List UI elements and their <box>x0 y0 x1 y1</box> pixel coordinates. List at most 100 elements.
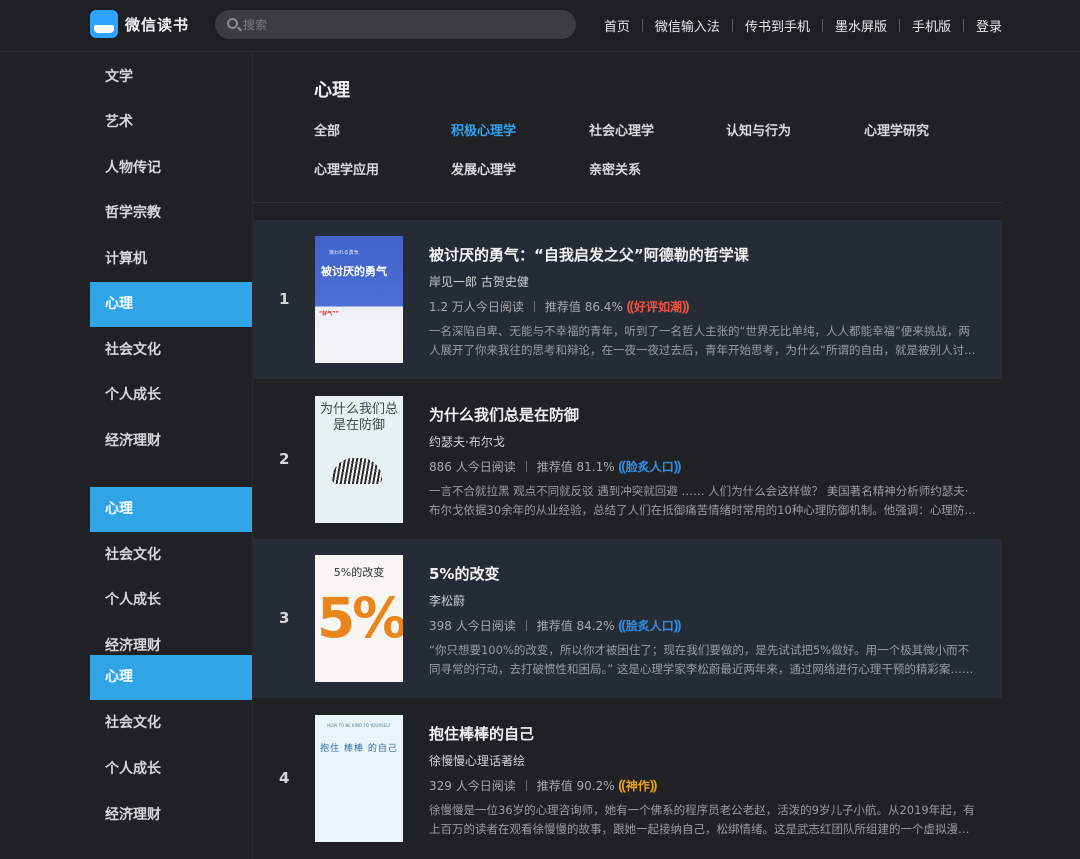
sidebar-item-computer[interactable]: 计算机 <box>90 237 252 282</box>
book-author[interactable]: 约瑟夫·布尔戈 <box>429 433 505 450</box>
book-rank: 1 <box>279 290 290 308</box>
laurel-right-icon: ⸩ <box>673 618 681 634</box>
book-stats: 1.2 万人今日阅读 推荐值 86.4% ⸨ 好评如潮 ⸩ <box>429 297 689 316</box>
stats-divider <box>533 301 535 312</box>
book-author[interactable]: 李松蔚 <box>429 592 465 609</box>
book-title[interactable]: 为什么我们总是在防御 <box>429 404 579 425</box>
sidebar-item-growth[interactable]: 个人成长 <box>90 578 252 623</box>
nav-eink[interactable]: 墨水屏版 <box>835 16 887 35</box>
rating-badge: ⸨ 神作 ⸩ <box>619 776 657 795</box>
stats-divider <box>525 620 527 631</box>
tab-intimate-relationship[interactable]: 亲密关系 <box>589 159 641 178</box>
book-list-item[interactable]: 1 嫌われる勇気 被讨厌的勇气 “好气”” 被讨厌的勇气：“自我启发之父”阿德勒… <box>253 220 1002 379</box>
nav-input-method[interactable]: 微信输入法 <box>655 16 720 35</box>
recommend-value: 推荐值 86.4% <box>544 300 623 314</box>
nav-mobile[interactable]: 手机版 <box>912 16 951 35</box>
book-rank: 2 <box>279 450 290 468</box>
cover-subtitle: HOW TO BE KIND TO YOURSELF <box>327 723 391 728</box>
laurel-left-icon: ⸨ <box>626 299 634 315</box>
search-input[interactable] <box>243 16 563 33</box>
book-list-item[interactable]: 4 HOW TO BE KIND TO YOURSELF 抱住 棒棒 的自己 抱… <box>253 699 1002 858</box>
read-count: 398 人今日阅读 <box>429 619 516 633</box>
nav-divider <box>731 19 733 32</box>
nav-divider <box>821 19 823 32</box>
rating-badge: ⸨ 脍炙人口 ⸩ <box>619 616 681 635</box>
book-rank: 4 <box>279 769 290 787</box>
page-title: 心理 <box>314 80 350 101</box>
read-count: 1.2 万人今日阅读 <box>429 300 524 314</box>
rating-badge: ⸨ 好评如潮 ⸩ <box>627 297 689 316</box>
nav-home[interactable]: 首页 <box>604 16 630 35</box>
logo-text[interactable]: 微信读书 <box>125 14 189 35</box>
sidebar-item-psychology[interactable]: 心理 <box>90 655 252 700</box>
sidebar-item-society[interactable]: 社会文化 <box>90 533 252 578</box>
sidebar-item-growth[interactable]: 个人成长 <box>90 747 252 792</box>
tab-social-psychology[interactable]: 社会心理学 <box>589 120 654 139</box>
sidebar-item-growth[interactable]: 个人成长 <box>90 373 252 418</box>
tab-cognition-behavior[interactable]: 认知与行为 <box>726 120 791 139</box>
laurel-right-icon: ⸩ <box>649 778 657 794</box>
recommend-value: 推荐值 81.1% <box>536 460 615 474</box>
cover-title: 为什么我们总是在防御 <box>319 402 398 433</box>
book-title[interactable]: 抱住棒棒的自己 <box>429 723 534 744</box>
search-bar[interactable] <box>215 10 576 39</box>
book-cover[interactable]: 嫌われる勇気 被讨厌的勇气 “好气”” <box>315 236 403 363</box>
sidebar-item-society[interactable]: 社会文化 <box>90 328 252 373</box>
stats-divider <box>525 461 527 472</box>
sidebar-item-finance[interactable]: 经济理财 <box>90 419 252 464</box>
tab-developmental-psychology[interactable]: 发展心理学 <box>451 159 516 178</box>
cover-title: 抱住 棒棒 的自己 <box>320 744 398 754</box>
nav-login[interactable]: 登录 <box>976 16 1002 35</box>
tab-positive-psychology[interactable]: 积极心理学 <box>451 120 516 139</box>
sidebar-item-society[interactable]: 社会文化 <box>90 701 252 746</box>
book-author[interactable]: 岸见一郎 古贺史健 <box>429 273 529 290</box>
book-author[interactable]: 徐慢慢心理话著绘 <box>429 752 525 769</box>
sidebar-item-psychology[interactable]: 心理 <box>90 282 252 327</box>
sidebar-item-art[interactable]: 艺术 <box>90 100 252 145</box>
recommend-value: 推荐值 90.2% <box>536 779 615 793</box>
book-description: 一名深陷自卑、无能与不幸福的青年，听到了一名哲人主张的“世界无比单纯，人人都能幸… <box>429 324 970 357</box>
cover-title: 5%的改变 <box>333 566 385 579</box>
stats-divider <box>525 780 527 791</box>
cover-subtitle: 嫌われる勇気 <box>329 250 359 256</box>
sidebar-item-psychology[interactable]: 心理 <box>90 487 252 532</box>
tab-psychology-research[interactable]: 心理学研究 <box>864 120 929 139</box>
nav-send-to-phone[interactable]: 传书到手机 <box>745 16 810 35</box>
top-nav: 首页 微信输入法 传书到手机 墨水屏版 手机版 登录 <box>604 16 1002 35</box>
badge-label: 好评如潮 <box>633 300 682 314</box>
book-description: 徐慢慢是一位36岁的心理咨询师，她有一个佛系的程序员老公老赵，活泼的9岁儿子小航… <box>429 803 975 836</box>
nav-divider <box>962 19 964 32</box>
nav-divider <box>641 19 643 32</box>
book-title[interactable]: 被讨厌的勇气：“自我启发之父”阿德勒的哲学课 <box>429 244 749 265</box>
read-count: 329 人今日阅读 <box>429 779 516 793</box>
book-description: 一言不合就拉黑 观点不同就反驳 遇到冲突就回避 …… 人们为什么会这样做？ 美国… <box>429 484 969 517</box>
sidebar-item-philosophy[interactable]: 哲学宗教 <box>90 191 252 236</box>
cover-title: 被讨厌的勇气 <box>321 265 387 278</box>
book-cover[interactable]: HOW TO BE KIND TO YOURSELF 抱住 棒棒 的自己 <box>315 715 403 842</box>
tab-all[interactable]: 全部 <box>314 120 340 139</box>
book-cover[interactable]: 5%的改变 5% <box>315 555 403 682</box>
rating-badge: ⸨ 脸炙人口 ⸩ <box>619 457 681 476</box>
book-list-item[interactable]: 3 5%的改变 5% 5%的改变 李松蔚 398 人今日阅读 推荐值 84.2%… <box>253 539 1002 698</box>
book-description: “你只想要100%的改变，所以你才被困住了；现在我们要做的，是先试试把5%做好。… <box>429 643 974 676</box>
sidebar-item-literature[interactable]: 文学 <box>90 55 252 100</box>
book-list-item[interactable]: 2 为什么我们总是在防御 为什么我们总是在防御 约瑟夫·布尔戈 886 人今日阅… <box>253 380 1002 539</box>
badge-label: 脍炙人口 <box>625 619 674 633</box>
weread-logo-icon[interactable] <box>90 10 118 38</box>
top-header: 微信读书 首页 微信输入法 传书到手机 墨水屏版 手机版 登录 <box>0 0 1080 52</box>
tab-applied-psychology[interactable]: 心理学应用 <box>314 159 379 178</box>
book-stats: 886 人今日阅读 推荐值 81.1% ⸨ 脸炙人口 ⸩ <box>429 457 681 476</box>
book-cover[interactable]: 为什么我们总是在防御 <box>315 396 403 523</box>
book-title[interactable]: 5%的改变 <box>429 563 499 584</box>
recommend-value: 推荐值 84.2% <box>536 619 615 633</box>
category-divider <box>253 202 1002 203</box>
sidebar-item-finance[interactable]: 经济理财 <box>90 793 252 838</box>
laurel-left-icon: ⸨ <box>618 618 626 634</box>
sidebar-item-biography[interactable]: 人物传记 <box>90 146 252 191</box>
cover-ribbon: “好气”” <box>319 311 339 317</box>
laurel-left-icon: ⸨ <box>618 778 626 794</box>
badge-label: 神作 <box>625 779 650 793</box>
read-count: 886 人今日阅读 <box>429 460 516 474</box>
book-stats: 329 人今日阅读 推荐值 90.2% ⸨ 神作 ⸩ <box>429 776 657 795</box>
search-icon <box>227 18 238 29</box>
